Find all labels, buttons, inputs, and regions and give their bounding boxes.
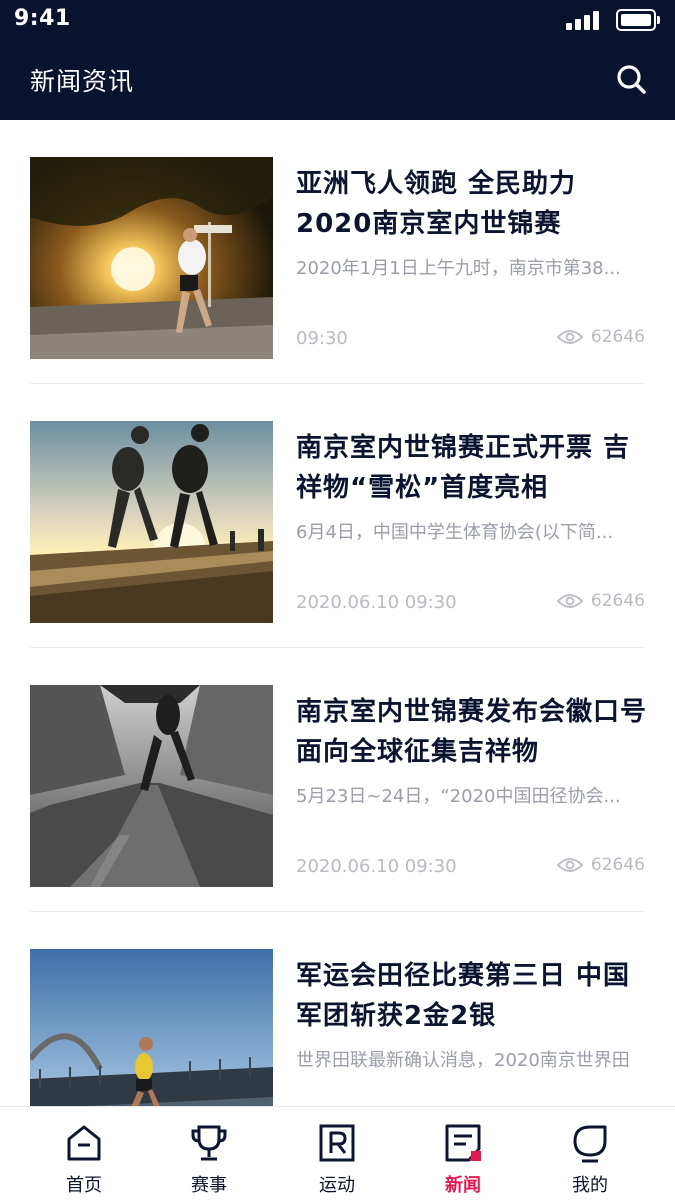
news-date: 09:30 — [296, 328, 348, 349]
news-title: 南京室内世锦赛正式开票 吉祥物“雪松”首度亮相 — [296, 433, 631, 503]
news-item[interactable]: 军运会田径比赛第三日 中国军团斩获2金2银 世界田联最新确认消息，2020南京世… — [30, 912, 645, 1106]
view-count: 62646 — [590, 855, 645, 875]
news-thumbnail — [30, 157, 273, 359]
news-item[interactable]: 亚洲飞人领跑 全民助力2020南京室内世锦赛 2020年1月1日上午九时，南京市… — [30, 120, 645, 384]
tab-home[interactable]: 首页 — [34, 1107, 134, 1200]
page-title: 新闻资讯 — [30, 67, 135, 96]
eye-icon — [556, 858, 583, 872]
news-thumbnail — [30, 685, 273, 887]
trophy-icon — [191, 1125, 227, 1161]
battery-icon — [616, 9, 660, 31]
tab-bar: 首页 赛事 运动 新闻 我的 — [0, 1106, 675, 1200]
news-views: 62646 — [556, 591, 645, 611]
app-header: 9:41 新闻资讯 — [0, 0, 675, 120]
news-views: 62646 — [556, 855, 645, 875]
news-date: 2020.06.10 09:30 — [296, 592, 457, 613]
news-icon — [445, 1124, 481, 1162]
news-date: 2020.06.10 09:30 — [296, 856, 457, 877]
tab-label: 赛事 — [191, 1175, 227, 1196]
news-thumbnail — [30, 949, 273, 1106]
view-count: 62646 — [590, 327, 645, 347]
news-item[interactable]: 南京室内世锦赛发布会徽口号面向全球征集吉祥物 5月23日~24日，“2020中国… — [30, 648, 648, 912]
search-icon — [617, 65, 646, 94]
profile-icon — [573, 1125, 607, 1163]
tab-profile[interactable]: 我的 — [540, 1107, 640, 1200]
sport-icon — [319, 1124, 355, 1162]
tab-label: 运动 — [319, 1175, 355, 1196]
news-item[interactable]: 南京室内世锦赛正式开票 吉祥物“雪松”首度亮相 6月4日，中国中学生体育协会(以… — [30, 384, 645, 648]
home-icon — [67, 1125, 101, 1161]
eye-icon — [556, 330, 583, 344]
news-summary: 世界田联最新确认消息，2020南京世界田 — [296, 1050, 630, 1071]
status-time: 9:41 — [14, 6, 71, 31]
news-summary: 5月23日~24日，“2020中国田径协会... — [296, 786, 621, 807]
news-views: 62646 — [556, 327, 645, 347]
news-title: 南京室内世锦赛发布会徽口号面向全球征集吉祥物 — [296, 697, 648, 767]
view-count: 62646 — [590, 591, 645, 611]
tab-sport[interactable]: 运动 — [287, 1107, 387, 1200]
tab-news[interactable]: 新闻 — [413, 1107, 513, 1200]
news-list: 亚洲飞人领跑 全民助力2020南京室内世锦赛 2020年1月1日上午九时，南京市… — [0, 120, 675, 1106]
tab-label: 首页 — [66, 1175, 102, 1196]
signal-icon — [566, 10, 600, 30]
tab-label: 我的 — [572, 1175, 608, 1196]
news-summary: 6月4日，中国中学生体育协会(以下简... — [296, 522, 614, 543]
status-bar: 9:41 — [0, 0, 675, 40]
news-thumbnail — [30, 421, 273, 623]
news-title: 亚洲飞人领跑 全民助力2020南京室内世锦赛 — [296, 169, 577, 239]
eye-icon — [556, 594, 583, 608]
news-summary: 2020年1月1日上午九时，南京市第38... — [296, 258, 621, 279]
tab-label: 新闻 — [445, 1175, 481, 1196]
search-button[interactable] — [612, 60, 652, 100]
news-title: 军运会田径比赛第三日 中国军团斩获2金2银 — [296, 961, 631, 1031]
tab-events[interactable]: 赛事 — [159, 1107, 259, 1200]
